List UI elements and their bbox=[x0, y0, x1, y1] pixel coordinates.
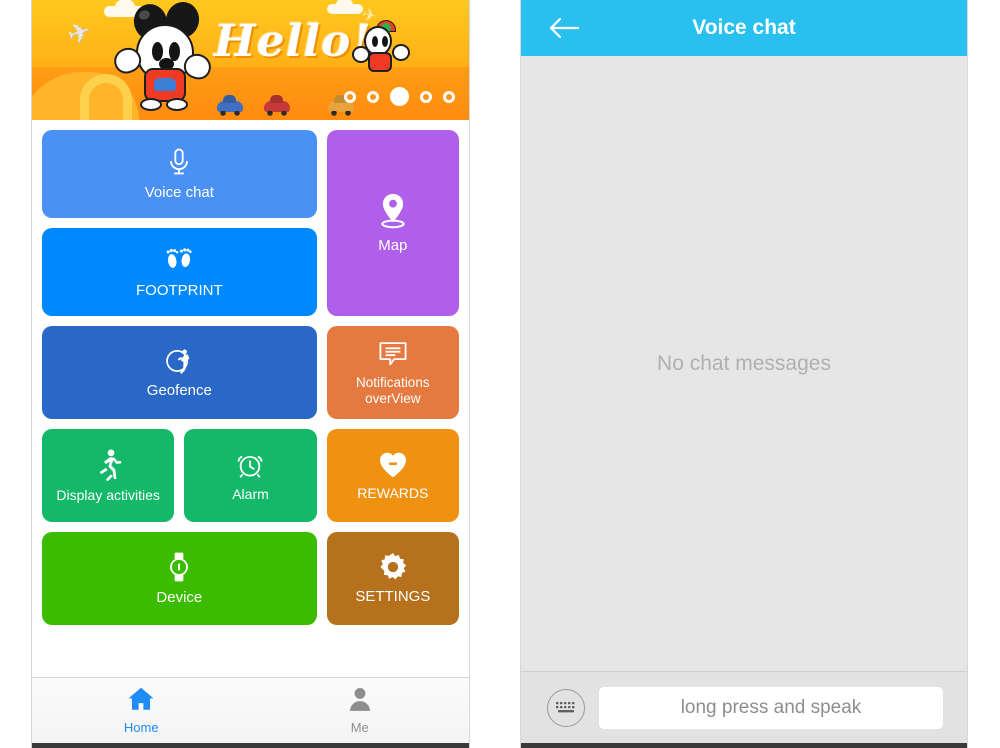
speak-input[interactable]: long press and speak bbox=[599, 686, 943, 729]
banner-page-indicator[interactable] bbox=[344, 87, 455, 106]
tile-settings[interactable]: SETTINGS bbox=[326, 532, 459, 625]
home-icon bbox=[127, 686, 155, 717]
feature-grid-wrapper: Voice chat Map FOOTPRINT Geofence Notifi… bbox=[32, 120, 469, 677]
geofence-icon bbox=[163, 345, 195, 377]
tile-label: FOOTPRINT bbox=[135, 281, 223, 299]
page-dot-4[interactable] bbox=[420, 90, 432, 103]
keyboard-icon[interactable] bbox=[547, 688, 585, 727]
empty-state-text: No chat messages bbox=[657, 351, 831, 375]
watch-icon bbox=[164, 550, 194, 584]
promo-banner[interactable]: ✈ ✈ Hello! bbox=[32, 0, 469, 120]
tile-footprint[interactable]: FOOTPRINT bbox=[42, 228, 317, 316]
person-icon bbox=[347, 686, 373, 717]
page-dot-2[interactable] bbox=[367, 90, 379, 103]
arrow-left-icon[interactable] bbox=[547, 16, 581, 40]
page-dot-5[interactable] bbox=[443, 90, 455, 103]
car-icon bbox=[217, 101, 243, 116]
tile-map[interactable]: Map bbox=[326, 130, 459, 316]
location-pin-icon bbox=[376, 192, 410, 230]
banner-greeting: Hello! bbox=[214, 16, 372, 67]
tile-label: REWARDS bbox=[357, 484, 429, 501]
tile-alarm[interactable]: Alarm bbox=[184, 429, 317, 522]
tile-label: Alarm bbox=[232, 485, 269, 502]
car-icon bbox=[264, 101, 290, 116]
alarm-clock-icon bbox=[234, 449, 266, 481]
tile-label: Geofence bbox=[146, 382, 212, 400]
tile-geofence[interactable]: Geofence bbox=[42, 326, 317, 419]
page-title: Voice chat bbox=[692, 16, 796, 39]
gear-icon bbox=[377, 551, 409, 583]
home-screen: ✈ ✈ Hello! Voice chat Map FOOTPRINT Geof… bbox=[31, 0, 470, 748]
microphone-icon bbox=[164, 147, 194, 179]
chat-message-list: No chat messages bbox=[521, 56, 967, 671]
home-indicator-bar bbox=[32, 743, 469, 748]
voice-chat-navbar: Voice chat bbox=[521, 0, 967, 56]
tile-label: Display activities bbox=[56, 486, 160, 503]
tab-label: Home bbox=[123, 720, 159, 735]
tile-notifications-overview[interactable]: Notifications overView bbox=[326, 326, 459, 419]
voice-chat-screen: Voice chat No chat messages long press a… bbox=[520, 0, 968, 748]
tile-label: SETTINGS bbox=[355, 588, 431, 606]
tile-rewards[interactable]: REWARDS bbox=[326, 429, 459, 522]
tile-label: Voice chat bbox=[144, 183, 214, 201]
message-icon bbox=[377, 339, 409, 369]
tab-home[interactable]: Home bbox=[32, 678, 251, 743]
voice-composer: long press and speak bbox=[521, 671, 967, 743]
tab-me[interactable]: Me bbox=[251, 678, 470, 743]
screenshot-root: ✈ ✈ Hello! Voice chat Map FOOTPRINT Geof… bbox=[0, 0, 1000, 748]
tile-label: Device bbox=[156, 589, 203, 607]
tile-display-activities[interactable]: Display activities bbox=[42, 429, 175, 522]
feature-grid: Voice chat Map FOOTPRINT Geofence Notifi… bbox=[42, 130, 459, 625]
tab-label: Me bbox=[350, 720, 369, 735]
heart-icon bbox=[377, 450, 409, 480]
home-indicator-bar bbox=[521, 743, 967, 748]
tile-label: Map bbox=[378, 236, 408, 254]
tile-device[interactable]: Device bbox=[42, 532, 317, 625]
mascot-character-small bbox=[352, 18, 412, 80]
tile-voice-chat[interactable]: Voice chat bbox=[42, 130, 317, 218]
bottom-tab-bar: Home Me bbox=[32, 677, 469, 743]
page-dot-3-active[interactable] bbox=[390, 87, 409, 106]
runner-icon bbox=[93, 448, 123, 482]
cloud-icon bbox=[327, 0, 363, 14]
footprints-icon bbox=[163, 245, 195, 277]
page-dot-1[interactable] bbox=[344, 90, 356, 103]
tile-label: Notifications overView bbox=[356, 375, 430, 406]
